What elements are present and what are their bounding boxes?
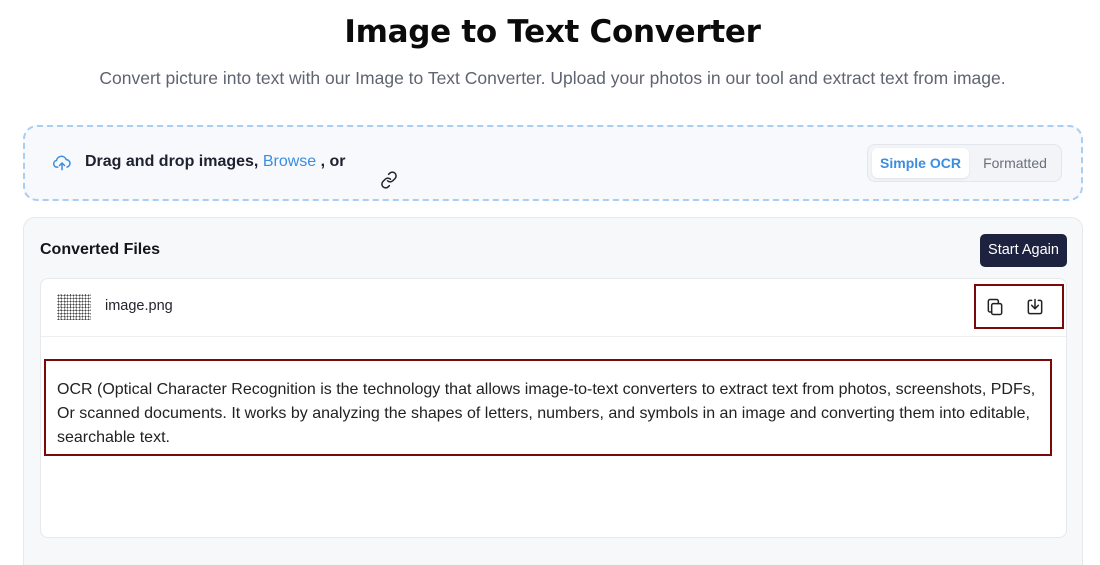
- simple-ocr-button[interactable]: Simple OCR: [872, 148, 969, 178]
- formatted-button[interactable]: Formatted: [971, 148, 1059, 178]
- upload-instructions: Drag and drop images, Browse , or: [85, 153, 398, 189]
- file-thumbnail: [57, 294, 91, 320]
- upload-prefix: Drag and drop images,: [85, 153, 259, 170]
- ocr-text-line: OCR (Optical Character Recognition is th…: [57, 381, 1036, 398]
- copy-icon[interactable]: [985, 297, 1005, 317]
- link-icon[interactable]: [354, 153, 398, 189]
- download-icon[interactable]: [1025, 297, 1045, 317]
- file-actions: [974, 284, 1064, 329]
- upload-dropzone[interactable]: Drag and drop images, Browse , or Simple…: [23, 125, 1083, 201]
- page-title: Image to Text Converter: [344, 14, 761, 50]
- start-again-button[interactable]: Start Again: [980, 234, 1067, 267]
- ocr-mode-toggle: Simple OCR Formatted: [867, 144, 1062, 182]
- ocr-result-text[interactable]: OCR (Optical Character Recognition is th…: [44, 359, 1052, 456]
- cloud-upload-icon: [52, 153, 72, 173]
- ocr-text-line: searchable text.: [57, 429, 170, 446]
- converted-files-title: Converted Files: [40, 241, 161, 258]
- browse-link[interactable]: Browse: [263, 153, 316, 171]
- upload-suffix: , or: [316, 153, 346, 170]
- file-card: image.png OCR (Optical Character Recogni…: [40, 278, 1067, 538]
- file-name: image.png: [105, 298, 173, 314]
- file-header: image.png: [41, 279, 1066, 337]
- converted-files-panel: Converted Files Start Again image.png OC…: [23, 217, 1083, 565]
- page-subtitle: Convert picture into text with our Image…: [99, 68, 1006, 88]
- ocr-text-line: Or scanned documents. It works by analyz…: [57, 405, 1030, 422]
